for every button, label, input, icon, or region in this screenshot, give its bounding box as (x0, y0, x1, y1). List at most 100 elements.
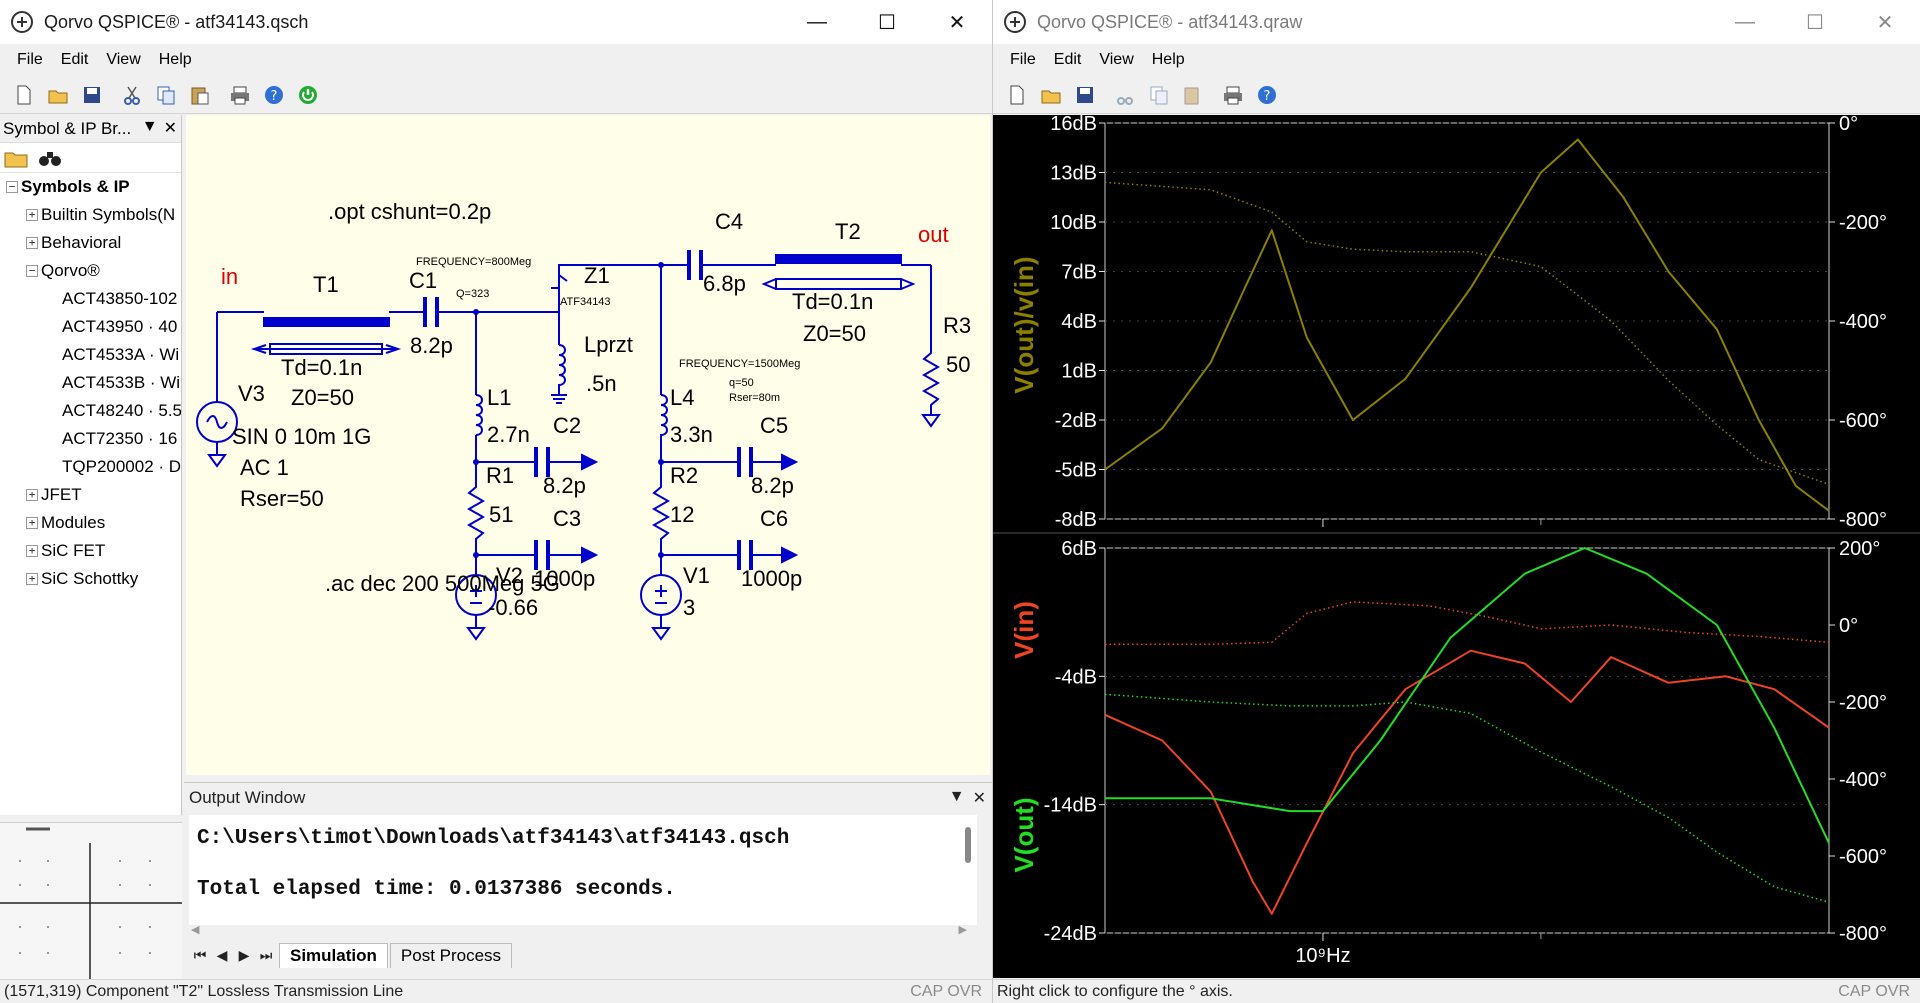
menu-edit[interactable]: Edit (52, 51, 98, 69)
menu-help[interactable]: Help (1143, 51, 1194, 69)
prev-tab-icon[interactable]: ◀ (211, 947, 233, 964)
maximize-button[interactable]: ☐ (852, 0, 922, 44)
tab-simulation[interactable]: Simulation (279, 942, 388, 968)
scroll-right-icon[interactable]: ▶ (959, 923, 967, 936)
tree-item[interactable]: + Builtin Symbols(N (0, 201, 181, 229)
c5-name[interactable]: C5 (760, 413, 788, 438)
tree-item[interactable]: + Modules (0, 509, 181, 537)
open-folder-icon[interactable] (1039, 83, 1063, 107)
help-icon[interactable]: ? (262, 83, 286, 107)
paste-icon[interactable] (1181, 83, 1205, 107)
copy-icon[interactable] (1147, 83, 1171, 107)
y2-tick-label: -400° (1839, 311, 1887, 333)
tree-item[interactable]: ACT4533A · Wi (0, 341, 181, 369)
panel-close-icon[interactable]: ✕ (973, 788, 986, 808)
tree-item[interactable]: − Qorvo® (0, 257, 181, 285)
horizontal-scrollbar[interactable]: ◀ ▶ (189, 923, 977, 939)
tree-item[interactable]: ACT4533B · Wi (0, 369, 181, 397)
output-text[interactable]: C:\Users\timot\Downloads\atf34143\atf341… (189, 815, 977, 925)
menu-edit[interactable]: Edit (1045, 51, 1091, 69)
panel-menu-icon[interactable]: ▼ (949, 788, 965, 808)
minimize-button[interactable]: — (1710, 0, 1780, 44)
last-tab-icon[interactable]: ⏭ (255, 947, 277, 964)
cut-icon[interactable] (120, 83, 144, 107)
open-folder-icon[interactable] (46, 83, 70, 107)
tree-item[interactable]: ACT43950 · 40 (0, 313, 181, 341)
minimize-button[interactable]: — (782, 0, 852, 44)
v1-name[interactable]: V1 (683, 563, 710, 588)
tree-item[interactable]: ACT72350 · 16 (0, 425, 181, 453)
expand-icon[interactable]: + (26, 489, 38, 501)
net-label-in[interactable]: in (221, 264, 238, 289)
run-simulation-icon[interactable] (296, 83, 320, 107)
r1-name[interactable]: R1 (486, 463, 514, 488)
r2-name[interactable]: R2 (670, 463, 698, 488)
l4-rser: Rser=80m (729, 392, 780, 404)
menu-view[interactable]: View (97, 51, 149, 69)
tab-post-process[interactable]: Post Process (389, 942, 513, 968)
menu-file[interactable]: File (8, 51, 52, 69)
tree-item[interactable]: + JFET (0, 481, 181, 509)
cut-icon[interactable] (1113, 83, 1137, 107)
t1-name[interactable]: T1 (313, 272, 339, 297)
tree-item[interactable]: + SiC FET (0, 537, 181, 565)
c6-name[interactable]: C6 (760, 506, 788, 531)
l1-name[interactable]: L1 (487, 385, 511, 410)
t2-name[interactable]: T2 (835, 219, 861, 244)
title-bar: Qorvo QSPICE® - atf34143.qraw — ☐ ✕ (993, 0, 1920, 44)
schematic-canvas[interactable]: .opt cshunt=0.2p .ac dec 200 500Meg 5G i… (186, 115, 990, 775)
opt-directive[interactable]: .opt cshunt=0.2p (328, 199, 491, 224)
collapse-icon[interactable]: − (26, 265, 38, 277)
tree-item[interactable]: + Behavioral (0, 229, 181, 257)
expand-icon[interactable]: + (26, 237, 38, 249)
menu-view[interactable]: View (1090, 51, 1142, 69)
collapse-icon[interactable]: − (6, 181, 18, 193)
v3-name[interactable]: V3 (238, 381, 265, 406)
scroll-left-icon[interactable]: ◀ (191, 923, 199, 936)
c2-name[interactable]: C2 (553, 413, 581, 438)
z1-name[interactable]: Z1 (584, 263, 610, 288)
tree-item[interactable]: ACT48240 · 5.5 (0, 397, 181, 425)
menu-file[interactable]: File (1001, 51, 1045, 69)
l4-name[interactable]: L4 (670, 385, 694, 410)
c1-name[interactable]: C1 (409, 268, 437, 293)
next-tab-icon[interactable]: ▶ (233, 947, 255, 964)
new-file-icon[interactable] (12, 83, 36, 107)
copy-icon[interactable] (154, 83, 178, 107)
waveform-plot-area[interactable]: 16dB 13dB 10dB 7dB 4dB 1dB -2dB -5dB -8dB 0° -200°… (993, 113, 1920, 978)
tree-item[interactable]: + SiC Schottky (0, 565, 181, 593)
vertical-scrollbar[interactable] (965, 827, 971, 863)
waveform-plots[interactable]: 16dB 13dB 10dB 7dB 4dB 1dB -2dB -5dB -8dB 0° -200°… (993, 113, 1920, 978)
menu-help[interactable]: Help (150, 51, 201, 69)
paste-icon[interactable] (188, 83, 212, 107)
tree-item[interactable]: TQP200002 · D (0, 453, 181, 481)
print-icon[interactable] (228, 83, 252, 107)
ac-directive[interactable]: .ac dec 200 500Meg 5G (325, 571, 560, 596)
maximize-button[interactable]: ☐ (1780, 0, 1850, 44)
c1-value: 8.2p (410, 333, 453, 358)
close-button[interactable]: ✕ (1850, 0, 1920, 44)
panel-close-icon[interactable]: ✕ (164, 118, 177, 138)
close-button[interactable]: ✕ (922, 0, 992, 44)
c3-name[interactable]: C3 (553, 506, 581, 531)
r3-name[interactable]: R3 (943, 313, 971, 338)
net-label-out[interactable]: out (918, 222, 949, 247)
new-file-icon[interactable] (1005, 83, 1029, 107)
save-icon[interactable] (80, 83, 104, 107)
help-icon[interactable]: ? (1255, 83, 1279, 107)
c4-name[interactable]: C4 (715, 209, 743, 234)
panel-menu-icon[interactable]: ▼ (142, 118, 158, 138)
expand-icon[interactable]: + (26, 573, 38, 585)
expand-icon[interactable]: + (26, 545, 38, 557)
open-folder-icon[interactable] (4, 148, 28, 168)
tree-item[interactable]: ACT43850-102 (0, 285, 181, 313)
expand-icon[interactable]: + (26, 517, 38, 529)
tree-item[interactable]: − Symbols & IP (0, 173, 181, 201)
first-tab-icon[interactable]: ⏮ (189, 947, 211, 964)
print-icon[interactable] (1221, 83, 1245, 107)
expand-icon[interactable]: + (26, 209, 38, 221)
v2-name[interactable]: V2 (496, 563, 523, 588)
lprzt-name[interactable]: Lprzt (584, 332, 633, 357)
save-icon[interactable] (1073, 83, 1097, 107)
binoculars-icon[interactable] (38, 148, 62, 168)
